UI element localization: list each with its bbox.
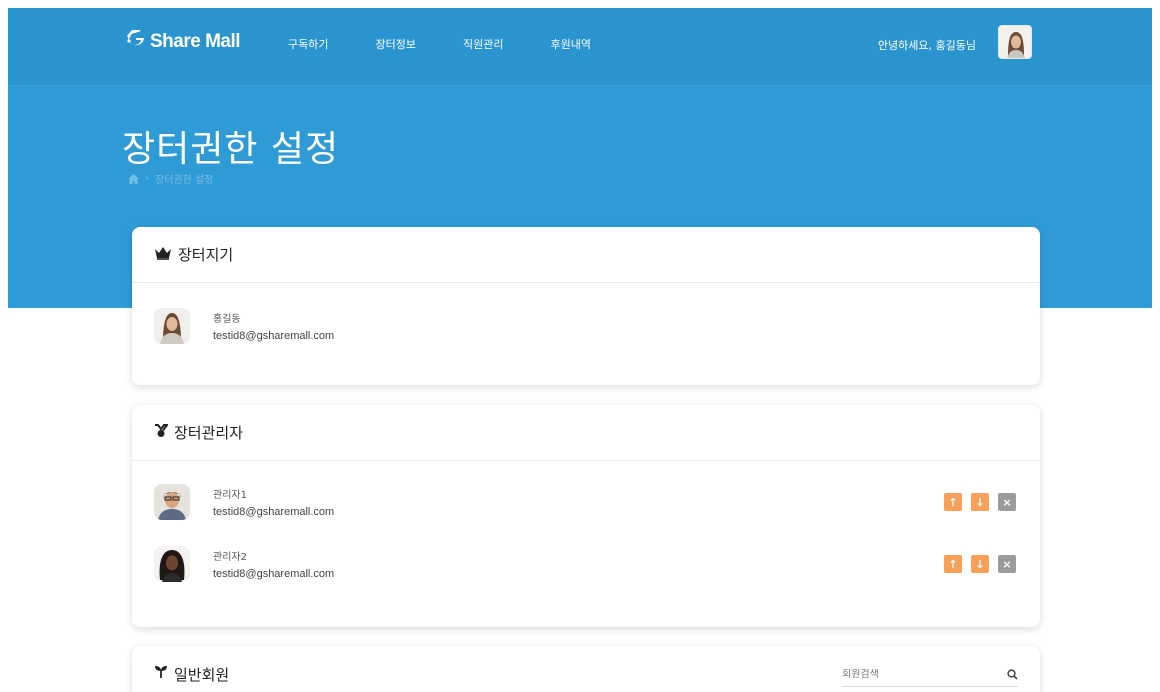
admin-2-actions: ↑ ↓ × <box>944 555 1016 573</box>
admin-section-title: 장터관리자 <box>174 424 244 442</box>
general-section-title: 일반회원 <box>174 665 230 684</box>
nav-donation-history[interactable]: 후원내역 <box>550 36 590 52</box>
admin-card: 장터관리자 관리자1 testid8@gsharemall.com ↑ ↓ × … <box>132 405 1040 627</box>
move-up-button[interactable]: ↑ <box>944 493 962 511</box>
page-title: 장터권한 설정 <box>122 129 340 170</box>
owner-member: 홍길동 testid8@gsharemall.com <box>154 308 334 344</box>
logo[interactable]: Share Mall <box>126 29 241 53</box>
member-email: testid8@gsharemall.com <box>213 506 335 518</box>
top-navbar: Share Mall 구독하기 장터정보 직원관리 후원내역 안녕하세요, 홍길… <box>8 8 1152 86</box>
member-name: 관리자2 <box>213 552 247 563</box>
avatar <box>154 308 190 344</box>
admin-card-header: 장터관리자 <box>132 405 1040 461</box>
greeting-text: 안녕하세요, 홍길동님 <box>877 39 976 52</box>
breadcrumb-current: 장터권한 설정 <box>155 175 214 186</box>
sprout-icon <box>154 665 168 683</box>
home-icon[interactable] <box>128 173 139 184</box>
owner-card: 장터지기 홍길동 testid8@gsharemall.com <box>132 227 1040 385</box>
member-name: 홍길동 <box>213 314 241 325</box>
avatar <box>154 546 190 582</box>
logo-icon <box>126 29 148 53</box>
move-down-button[interactable]: ↓ <box>971 555 989 573</box>
page-frame: Share Mall 구독하기 장터정보 직원관리 후원내역 안녕하세요, 홍길… <box>8 8 1152 692</box>
member-search <box>842 663 1018 687</box>
search-input[interactable] <box>842 669 982 680</box>
admin-1-actions: ↑ ↓ × <box>944 493 1016 511</box>
main-nav: 구독하기 장터정보 직원관리 후원내역 <box>288 36 638 52</box>
user-avatar[interactable] <box>998 25 1032 59</box>
nav-staff-management[interactable]: 직원관리 <box>463 36 503 52</box>
admin-member-1: 관리자1 testid8@gsharemall.com <box>154 484 334 520</box>
nav-subscribe[interactable]: 구독하기 <box>288 36 328 52</box>
owner-section-title: 장터지기 <box>178 246 234 264</box>
logo-text: Share Mall <box>150 30 241 52</box>
remove-button[interactable]: × <box>998 555 1016 573</box>
member-email: testid8@gsharemall.com <box>213 330 335 342</box>
move-up-button[interactable]: ↑ <box>944 555 962 573</box>
avatar <box>154 484 190 520</box>
member-name: 관리자1 <box>213 490 247 501</box>
member-email: testid8@gsharemall.com <box>213 568 335 580</box>
admin-member-2: 관리자2 testid8@gsharemall.com <box>154 546 334 582</box>
crown-icon <box>154 246 172 264</box>
medal-icon <box>154 423 169 442</box>
breadcrumb: › 장터권한 설정 <box>128 171 213 186</box>
owner-card-header: 장터지기 <box>132 227 1040 283</box>
nav-market-info[interactable]: 장터정보 <box>375 36 415 52</box>
remove-button[interactable]: × <box>998 493 1016 511</box>
move-down-button[interactable]: ↓ <box>971 493 989 511</box>
chevron-right-icon: › <box>145 173 149 184</box>
search-icon[interactable] <box>1007 665 1018 684</box>
general-members-card: 일반회원 <box>132 646 1040 692</box>
